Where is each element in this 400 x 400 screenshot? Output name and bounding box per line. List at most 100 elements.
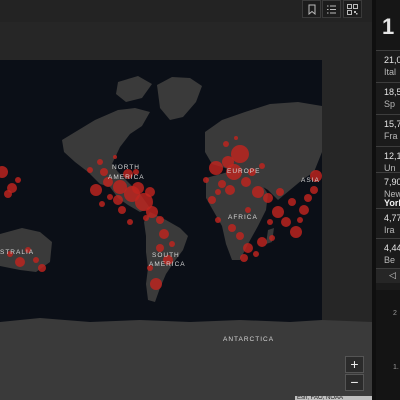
case-bubble[interactable]: [263, 193, 273, 203]
case-bubble[interactable]: [310, 186, 318, 194]
case-bubble[interactable]: [169, 241, 175, 247]
cases-by-region-panel: 1 21,0 Ital 18,5 Sp 15,7 Fra 12,1 Un 7,9…: [376, 0, 400, 400]
case-bubble[interactable]: [132, 182, 144, 194]
case-bubble[interactable]: [231, 145, 249, 163]
case-count: 4,77: [384, 213, 400, 223]
case-bubble[interactable]: [4, 190, 12, 198]
case-bubble[interactable]: [290, 226, 302, 238]
label-antarctica: ANTARCTICA: [223, 336, 274, 343]
case-bubble[interactable]: [240, 254, 248, 262]
case-bubble[interactable]: [203, 177, 209, 183]
case-bubble[interactable]: [281, 217, 291, 227]
case-bubble[interactable]: [252, 186, 264, 198]
case-bubble[interactable]: [97, 159, 103, 165]
case-bubble[interactable]: [236, 232, 244, 240]
case-count: 15,7: [384, 119, 400, 129]
case-bubble[interactable]: [215, 217, 221, 223]
case-bubble[interactable]: [241, 177, 251, 187]
case-bubble[interactable]: [38, 264, 46, 272]
case-bubble[interactable]: [118, 206, 126, 214]
region-name: Fra: [384, 131, 398, 141]
case-bubble[interactable]: [288, 198, 296, 206]
bookmark-icon: [308, 4, 315, 15]
case-bubble[interactable]: [223, 141, 229, 147]
case-bubble[interactable]: [100, 168, 108, 176]
case-bubble[interactable]: [127, 219, 133, 225]
list-pager: ◁: [376, 268, 400, 283]
case-bubble[interactable]: [156, 244, 164, 252]
list-icon: [327, 5, 336, 13]
case-bubble[interactable]: [159, 229, 169, 239]
case-bubble[interactable]: [113, 155, 117, 159]
region-name: Ital: [384, 67, 397, 77]
case-bubble[interactable]: [299, 205, 309, 215]
zoom-out-button[interactable]: −: [345, 374, 364, 391]
case-bubble[interactable]: [90, 184, 102, 196]
chart-tick-label: 1.: [393, 364, 399, 371]
label-north-america: AMERICA: [108, 174, 145, 181]
case-bubble[interactable]: [208, 196, 216, 204]
label-asia: ASIA: [301, 177, 320, 184]
case-count: 18,5: [384, 87, 400, 97]
label-south-america: AMERICA: [149, 261, 186, 268]
case-count: 12,1: [384, 151, 400, 161]
case-bubble[interactable]: [87, 167, 93, 173]
case-bubble[interactable]: [243, 243, 253, 253]
case-bubble[interactable]: [245, 207, 251, 213]
previous-page-button[interactable]: ◁: [389, 270, 396, 281]
label-north: NORTH: [112, 164, 140, 171]
case-bubble[interactable]: [15, 257, 25, 267]
world-map[interactable]: NORTH AMERICA SOUTH AMERICA EUROPE ASIA …: [0, 22, 372, 400]
case-bubble[interactable]: [143, 215, 149, 221]
zoom-in-button[interactable]: +: [345, 356, 364, 373]
case-bubble[interactable]: [107, 194, 113, 200]
greenland-land: [157, 77, 202, 120]
region-name: Sp: [384, 99, 396, 109]
case-bubble[interactable]: [225, 185, 235, 195]
case-bubble[interactable]: [156, 216, 164, 224]
case-bubble[interactable]: [297, 217, 303, 223]
qr-code-icon: [347, 3, 358, 15]
case-bubble[interactable]: [257, 237, 267, 247]
case-bubble[interactable]: [99, 201, 105, 207]
case-bubble[interactable]: [228, 224, 236, 232]
case-bubble[interactable]: [234, 136, 238, 140]
list-item[interactable]: 15,7 Fra: [376, 114, 400, 146]
land-masses: [0, 76, 372, 400]
case-bubble[interactable]: [253, 251, 259, 257]
case-bubble[interactable]: [272, 206, 284, 218]
map-toolbar: [0, 0, 372, 22]
total-cases-header: 1: [376, 0, 400, 50]
case-bubble[interactable]: [267, 219, 273, 225]
case-bubble[interactable]: [33, 257, 39, 263]
list-item[interactable]: 21,0 Ital: [376, 50, 400, 82]
case-bubble[interactable]: [276, 188, 284, 196]
case-bubble[interactable]: [215, 189, 221, 195]
cases-chart-panel: 2 1.: [376, 290, 400, 400]
case-bubble[interactable]: [0, 166, 8, 178]
case-bubble[interactable]: [209, 161, 223, 175]
case-bubble[interactable]: [269, 235, 275, 241]
case-bubble[interactable]: [113, 195, 123, 205]
case-bubble[interactable]: [218, 180, 226, 188]
case-bubble[interactable]: [15, 177, 21, 183]
list-item[interactable]: 4,44 Be: [376, 238, 400, 268]
qr-code-button[interactable]: [343, 0, 362, 18]
list-item[interactable]: 7,90 New York: [376, 172, 400, 208]
region-name: Ira: [384, 225, 395, 235]
case-bubble[interactable]: [304, 194, 312, 202]
case-bubble[interactable]: [150, 278, 162, 290]
list-item[interactable]: 18,5 Sp: [376, 82, 400, 114]
map-attribution[interactable]: Esri, FAO, NOAA: [295, 396, 374, 400]
bookmark-button[interactable]: [302, 0, 321, 18]
region-name-bold: York: [384, 198, 400, 208]
total-cases-value: 1: [382, 14, 395, 39]
list-item[interactable]: 4,77 Ira: [376, 208, 400, 238]
case-count: 21,0: [384, 55, 400, 65]
map-canvas: NORTH AMERICA SOUTH AMERICA EUROPE ASIA …: [0, 76, 372, 400]
legend-list-button[interactable]: [322, 0, 341, 18]
case-count: 4,44: [384, 243, 400, 253]
arctic-islands-land: [116, 76, 152, 102]
case-bubble[interactable]: [145, 187, 155, 197]
case-count: 7,90: [384, 177, 400, 187]
